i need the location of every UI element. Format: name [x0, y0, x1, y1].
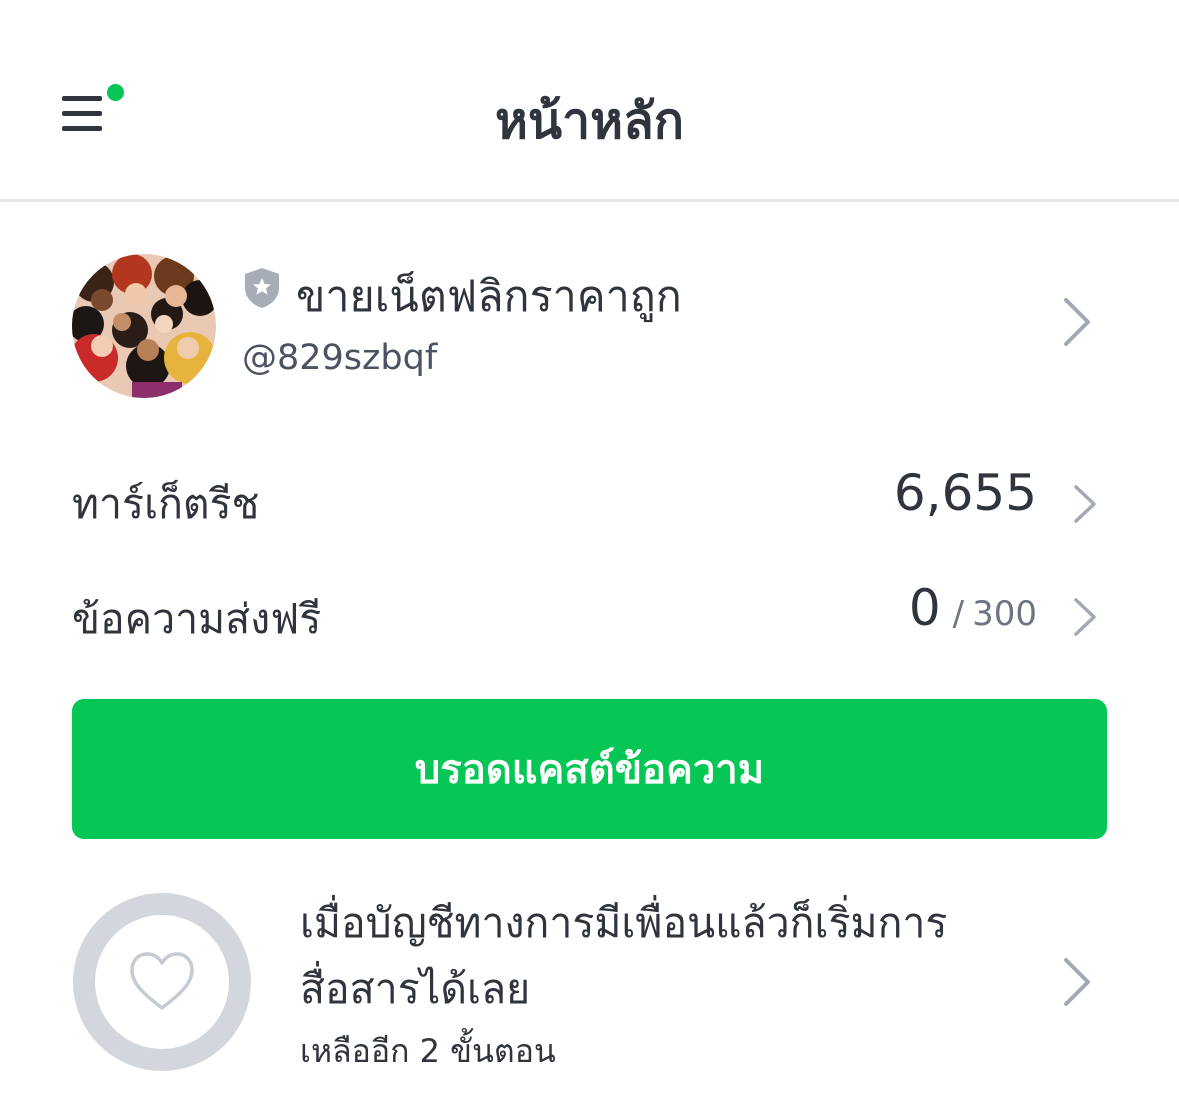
target-reach-row[interactable]: ทาร์เก็ตรีช 6,655 — [0, 462, 1179, 542]
avatar-image — [72, 254, 216, 398]
free-messages-used: 0 — [908, 579, 941, 637]
progress-ring — [73, 893, 251, 1071]
heart-icon — [130, 952, 194, 1010]
onboarding-subtitle: เหลืออีก 2 ขั้นตอน — [300, 1032, 556, 1070]
avatar — [72, 254, 216, 398]
chevron-right-icon[interactable] — [1072, 484, 1098, 524]
free-messages-row[interactable]: ข้อความส่งฟรี 0 /300 — [0, 577, 1179, 657]
page-title: หน้าหลัก — [494, 92, 685, 150]
onboarding-title: เมื่อบัญชีทางการมีเพื่อนแล้วก็เริ่มการสื… — [300, 899, 948, 1013]
free-messages-label: ข้อความส่งฟรี — [72, 595, 322, 643]
chevron-right-icon[interactable] — [1062, 296, 1092, 348]
free-messages-limit: 300 — [972, 594, 1037, 634]
chevron-right-icon[interactable] — [1062, 956, 1092, 1008]
app-header: หน้าหลัก — [0, 0, 1179, 202]
account-id: @829szbqf — [242, 338, 438, 378]
target-reach-label: ทาร์เก็ตรีช — [72, 480, 260, 528]
free-messages-value: 0 /300 — [909, 579, 1037, 637]
account-row[interactable]: ขายเน็ตฟลิกราคาถูก @829szbqf — [0, 240, 1179, 410]
broadcast-message-button[interactable]: บรอดแคสต์ข้อความ — [72, 699, 1107, 839]
target-reach-value: 6,655 — [893, 464, 1037, 522]
verified-shield-icon — [245, 268, 279, 308]
free-messages-separator: / — [952, 594, 965, 634]
chevron-right-icon[interactable] — [1072, 597, 1098, 637]
account-name: ขายเน็ตฟลิกราคาถูก — [296, 272, 682, 322]
onboarding-row[interactable]: เมื่อบัญชีทางการมีเพื่อนแล้วก็เริ่มการสื… — [0, 880, 1179, 1090]
